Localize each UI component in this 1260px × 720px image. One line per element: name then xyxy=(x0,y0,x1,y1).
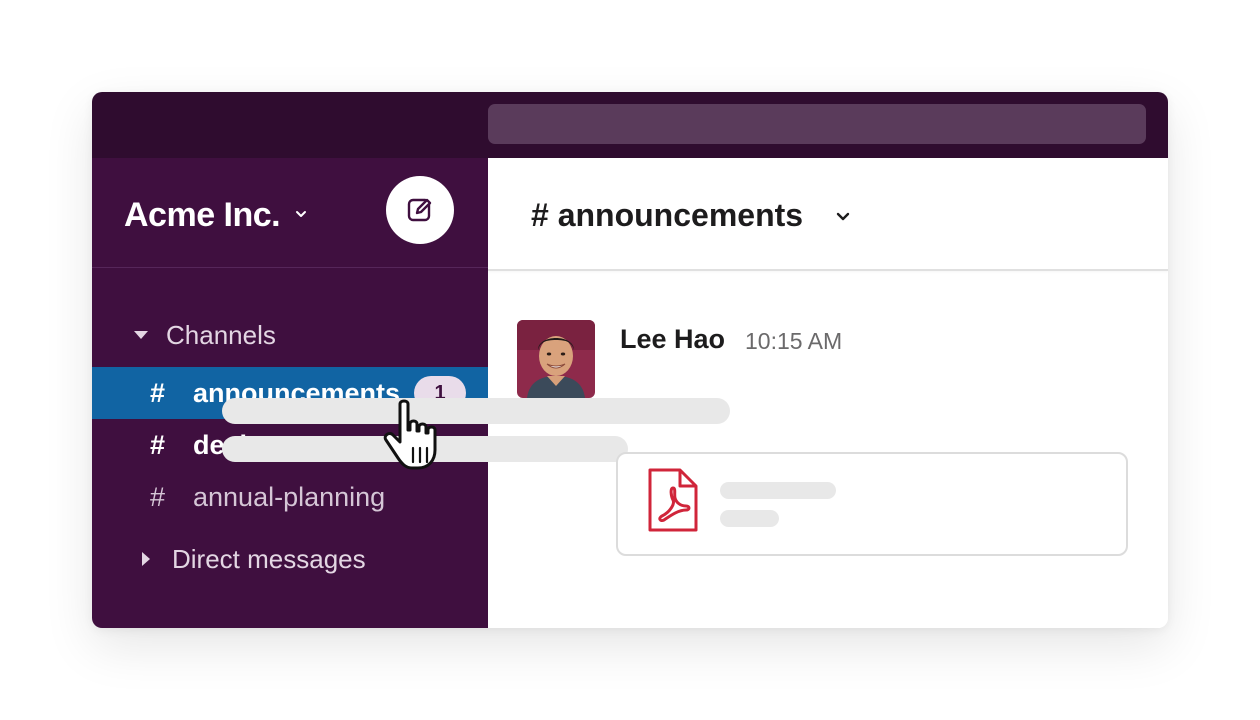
message-author[interactable]: Lee Hao xyxy=(620,324,725,355)
compose-button[interactable] xyxy=(386,176,454,244)
channel-hash: # xyxy=(150,429,166,460)
channel-hash: # xyxy=(150,377,166,408)
top-bar xyxy=(92,92,1168,158)
chevron-down-icon[interactable] xyxy=(292,205,310,223)
hand-pointer-icon xyxy=(383,399,437,470)
channel-title[interactable]: # announcements xyxy=(531,197,803,234)
pdf-file-icon xyxy=(648,468,698,532)
caret-right-icon xyxy=(142,552,150,566)
avatar[interactable] xyxy=(517,320,595,398)
file-name-placeholder xyxy=(720,482,836,499)
workspace-header: Acme Inc. xyxy=(92,158,488,268)
channel-header: # announcements xyxy=(488,158,1168,271)
channel-label: annual-planning xyxy=(193,481,386,512)
channels-section-label: Channels xyxy=(166,319,276,350)
chevron-down-icon[interactable] xyxy=(834,208,852,226)
channel-hash: # xyxy=(150,481,166,512)
channels-section-toggle[interactable]: Channels xyxy=(132,320,276,350)
file-attachment-card[interactable] xyxy=(616,452,1128,556)
file-meta-placeholder xyxy=(720,510,779,527)
app-window: Acme Inc. Channels # announcements 1 # #… xyxy=(92,92,1168,628)
workspace-name[interactable]: Acme Inc. xyxy=(124,196,281,235)
sidebar: Acme Inc. Channels # announcements 1 # #… xyxy=(92,158,488,628)
direct-messages-section-toggle[interactable]: Direct messages xyxy=(138,544,366,574)
sidebar-item-annual-planning[interactable]: # annual-planning xyxy=(92,471,488,523)
message-text-placeholder xyxy=(222,398,730,424)
message-pane: # announcements Lee Hao 10:15 AM xyxy=(488,158,1168,628)
compose-icon xyxy=(407,198,432,222)
caret-down-icon xyxy=(134,331,148,339)
search-bar[interactable] xyxy=(488,104,1146,144)
direct-messages-label: Direct messages xyxy=(172,543,366,574)
message-timestamp[interactable]: 10:15 AM xyxy=(745,328,842,355)
